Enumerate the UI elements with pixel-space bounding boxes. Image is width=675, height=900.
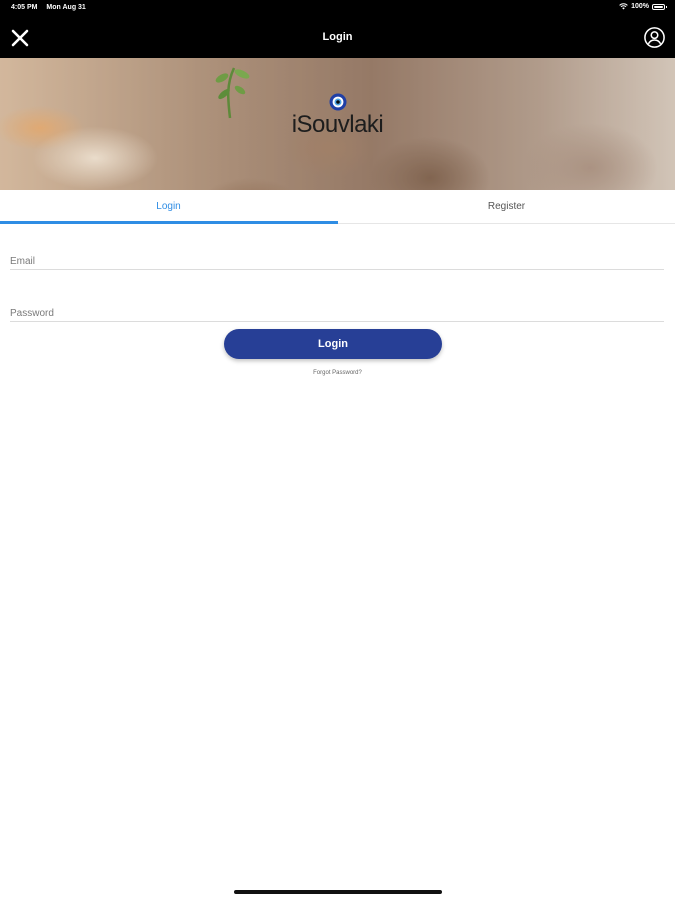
battery-fill <box>654 5 663 8</box>
user-circle-icon[interactable] <box>643 26 666 49</box>
evil-eye-icon <box>329 93 347 111</box>
email-field[interactable] <box>10 252 664 271</box>
password-field-wrapper <box>10 303 664 323</box>
status-bar: 4:05 PM Mon Aug 31 100% <box>0 0 675 17</box>
forgot-password-link[interactable]: Forgot Password? <box>0 370 675 376</box>
home-indicator[interactable] <box>234 890 442 894</box>
active-tab-indicator <box>0 221 338 224</box>
wifi-icon <box>619 3 628 10</box>
nav-bar: Login <box>0 17 675 58</box>
status-date: Mon Aug 31 <box>46 4 86 11</box>
brand-name: iSouvlaki <box>291 111 384 138</box>
tab-register[interactable]: Register <box>338 190 675 223</box>
status-left: 4:05 PM Mon Aug 31 <box>11 4 86 11</box>
hero-banner: iSouvlaki <box>0 58 675 190</box>
battery-percent: 100% <box>631 3 649 10</box>
battery-icon <box>652 3 667 10</box>
login-button[interactable]: Login <box>224 329 442 359</box>
login-register-tabs: Login Register <box>0 190 675 224</box>
login-screen: 4:05 PM Mon Aug 31 100% Login iSouvlaki … <box>0 0 675 900</box>
page-title: Login <box>322 31 353 43</box>
tab-login[interactable]: Login <box>0 190 337 223</box>
status-right: 100% <box>619 3 667 10</box>
status-time: 4:05 PM <box>11 4 38 11</box>
password-field[interactable] <box>10 304 664 323</box>
email-field-wrapper <box>10 251 664 271</box>
